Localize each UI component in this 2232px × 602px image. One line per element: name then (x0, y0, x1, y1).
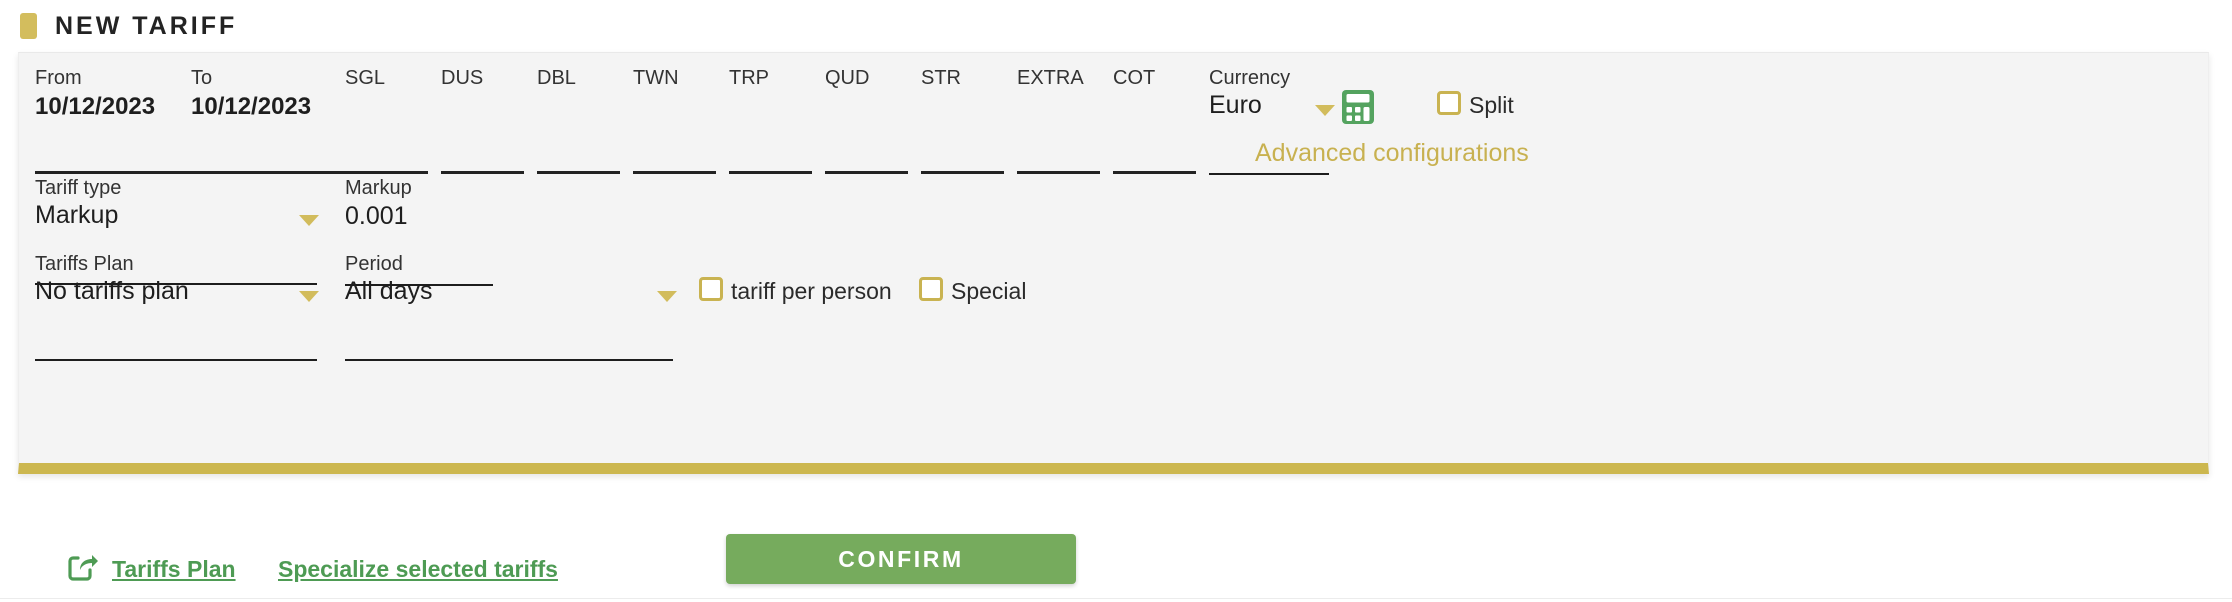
chevron-down-icon[interactable] (299, 215, 319, 226)
qud-input-underline[interactable] (825, 171, 908, 174)
cot-label: COT (1113, 67, 1156, 89)
period-select-underline[interactable] (345, 359, 673, 361)
extra-input-underline[interactable] (1017, 171, 1100, 174)
sgl-label: SGL (345, 67, 386, 89)
chevron-down-icon[interactable] (1315, 105, 1335, 116)
extra-label: EXTRA (1017, 67, 1084, 89)
period-value[interactable]: All days (345, 277, 433, 306)
tariff-per-person-label: tariff per person (731, 278, 892, 304)
tariffs-plan-value[interactable]: No tariffs plan (35, 277, 189, 306)
chevron-down-icon[interactable] (299, 291, 319, 302)
twn-input-underline[interactable] (633, 171, 716, 174)
period-label: Period (345, 253, 403, 275)
dbl-label: DBL (537, 67, 576, 89)
trp-label: TRP (729, 67, 769, 89)
dbl-input-underline[interactable] (537, 171, 620, 174)
to-value[interactable]: 10/12/2023 (191, 93, 311, 121)
tariff-per-person-checkbox[interactable] (699, 277, 723, 301)
calculator-icon[interactable] (1341, 89, 1375, 125)
advanced-configurations-link[interactable]: Advanced configurations (1255, 139, 1529, 168)
tariff-type-value[interactable]: Markup (35, 201, 118, 230)
new-tariff-page: NEW TARIFF From 10/12/2023 To 10/12/2023… (0, 0, 2232, 602)
from-label: From (35, 67, 82, 89)
twn-label: TWN (633, 67, 679, 89)
from-input-underline[interactable] (35, 171, 197, 174)
split-checkbox[interactable] (1437, 91, 1461, 115)
tariff-type-label: Tariff type (35, 177, 122, 199)
trp-input-underline[interactable] (729, 171, 812, 174)
chevron-down-icon[interactable] (657, 291, 677, 302)
new-tariff-form-card: From 10/12/2023 To 10/12/2023 SGL DUS DB… (18, 52, 2209, 474)
str-input-underline[interactable] (921, 171, 1004, 174)
markup-value[interactable]: 0.001 (345, 202, 408, 231)
share-arrow-icon[interactable] (68, 554, 98, 582)
to-label: To (191, 67, 213, 89)
page-title: NEW TARIFF (55, 11, 238, 40)
markup-label: Markup (345, 177, 412, 199)
from-value[interactable]: 10/12/2023 (35, 93, 155, 121)
special-checkbox[interactable] (919, 277, 943, 301)
page-header: NEW TARIFF (0, 0, 2232, 52)
currency-label: Currency (1209, 67, 1291, 89)
sgl-input-underline[interactable] (345, 171, 428, 174)
specialize-selected-tariffs-link[interactable]: Specialize selected tariffs (278, 556, 558, 583)
tariffs-plan-label: Tariffs Plan (35, 253, 134, 275)
qud-label: QUD (825, 67, 870, 89)
special-label: Special (951, 278, 1027, 304)
cot-input-underline[interactable] (1113, 171, 1196, 174)
confirm-button[interactable]: CONFIRM (726, 534, 1076, 584)
split-label: Split (1469, 92, 1514, 118)
str-label: STR (921, 67, 961, 89)
dus-input-underline[interactable] (441, 171, 524, 174)
currency-value[interactable]: Euro (1209, 91, 1262, 120)
title-accent-swatch (20, 13, 37, 39)
dus-label: DUS (441, 67, 484, 89)
currency-select-underline[interactable] (1209, 173, 1329, 175)
tariffs-plan-link[interactable]: Tariffs Plan (112, 556, 236, 583)
to-input-underline[interactable] (191, 171, 353, 174)
bottom-divider (0, 598, 2232, 599)
tariffs-plan-select-underline[interactable] (35, 359, 317, 361)
